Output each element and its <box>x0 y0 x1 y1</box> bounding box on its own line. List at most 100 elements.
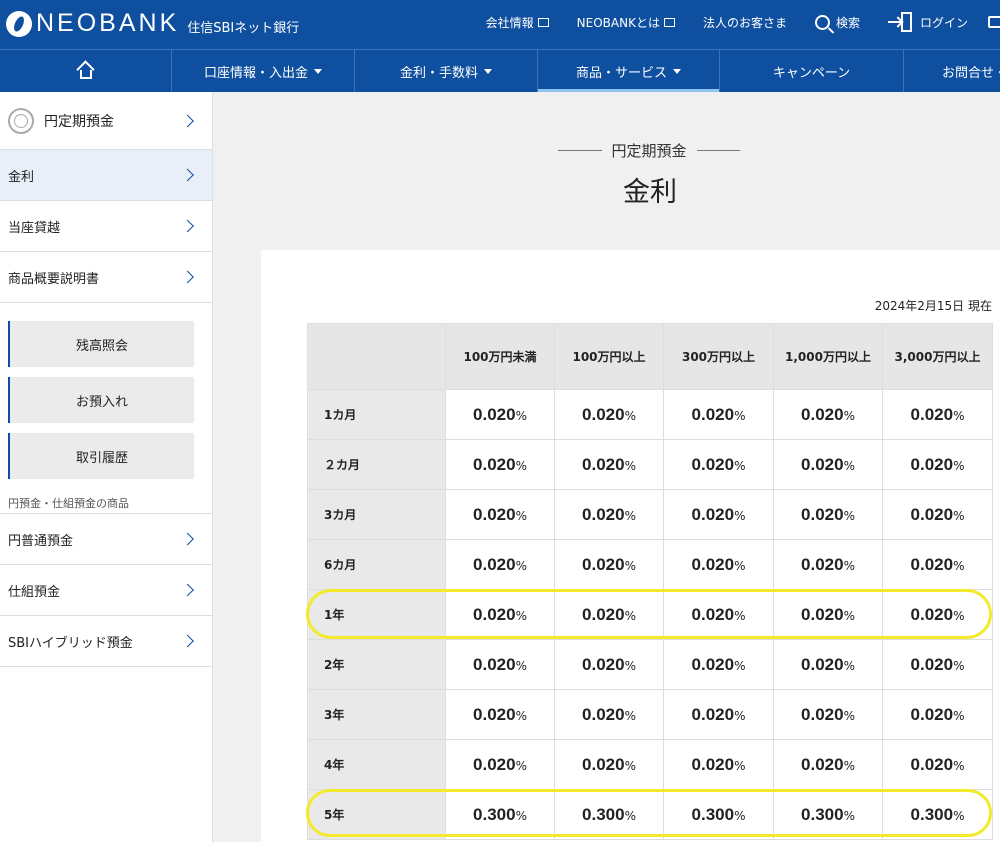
nav-rates[interactable]: 金利・手数料 <box>355 50 538 92</box>
term-cell: 5年 <box>307 789 446 840</box>
table-header-row: 100万円未満 100万円以上 300万円以上 1,000万円以上 3,000万… <box>307 323 993 390</box>
rate-value: 0.020 <box>801 554 844 574</box>
table-row: 3カ月 0.020% 0.020% 0.020% 0.020% 0.020% <box>307 489 993 540</box>
rate-unit: % <box>624 558 636 573</box>
rate-unit: % <box>515 808 527 823</box>
rate-value: 0.020 <box>691 404 735 424</box>
rate-cell: 0.020% <box>445 739 555 790</box>
sidebar-item-product-summary[interactable]: 商品概要説明書 <box>0 252 212 303</box>
nav-label: 口座情報・入出金 <box>203 65 308 81</box>
rate-value: 0.020 <box>691 554 735 574</box>
rates-panel: 2024年2月15日 現在 100万円未満 100万円以上 300万円以上 1,… <box>261 250 1000 842</box>
rate-cell: 0.300% <box>445 789 555 840</box>
rate-unit: % <box>953 808 965 823</box>
sidebar-item-label: 円定期預金 <box>44 113 114 130</box>
rate-unit: % <box>953 408 965 423</box>
top-link-corporate[interactable]: 法人のお客さま <box>703 14 787 31</box>
nav-campaign[interactable]: キャンペーン <box>720 50 904 92</box>
sidebar-item-ordinary-deposit[interactable]: 円普通預金 <box>0 514 212 565</box>
page-title: 金利 <box>623 177 677 208</box>
rate-cell: 0.020% <box>554 439 664 490</box>
sidebar-item-overdraft[interactable]: 当座貸越 <box>0 201 212 252</box>
rate-unit: % <box>843 658 855 673</box>
rate-value: 0.300 <box>801 804 844 824</box>
rate-value: 0.020 <box>691 704 735 724</box>
rate-unit: % <box>515 708 527 723</box>
rate-value: 0.020 <box>473 404 516 424</box>
rate-unit: % <box>515 408 527 423</box>
rate-unit: % <box>843 508 855 523</box>
products-caption: 円預金・仕組預金の商品 <box>8 497 129 510</box>
rate-value: 0.020 <box>910 654 954 674</box>
column-header: 1,000万円以上 <box>773 323 883 390</box>
sidebar-item-rates[interactable]: 金利 <box>0 150 212 201</box>
header-top-bar: NEOBANK 住信SBIネット銀行 会社情報 NEOBANKとは 法人のお客さ… <box>0 0 1000 50</box>
term-cell: 3カ月 <box>307 489 446 540</box>
rate-value: 0.020 <box>801 454 844 474</box>
rate-cell: 0.300% <box>663 789 774 840</box>
term-cell: 4年 <box>307 739 446 790</box>
rate-cell: 0.020% <box>554 589 664 640</box>
login-button[interactable]: ログイン <box>887 11 968 33</box>
rate-cell: 0.300% <box>554 789 664 840</box>
top-link-label: NEOBANKとは <box>576 15 660 30</box>
rate-value: 0.020 <box>473 704 516 724</box>
coin-icon <box>8 107 34 134</box>
sidebar: 円定期預金 金利 当座貸越 商品概要説明書 残高照会 お預入れ 取引履歴 円預金… <box>0 92 213 842</box>
nav-account[interactable]: 口座情報・入出金 <box>172 50 355 92</box>
table-row: 4年 0.020% 0.020% 0.020% 0.020% 0.020% <box>307 739 993 790</box>
term-cell: 3年 <box>307 689 446 740</box>
term-cell: 2年 <box>307 639 446 690</box>
rate-unit: % <box>734 558 746 573</box>
rate-unit: % <box>953 708 965 723</box>
chevron-right-icon <box>181 168 194 182</box>
logo-subtitle: 住信SBIネット銀行 <box>187 21 300 36</box>
rate-unit: % <box>624 508 636 523</box>
nav-contact[interactable]: お問合せ・ <box>904 50 1000 92</box>
chevron-right-icon <box>181 114 194 127</box>
rate-cell: 0.020% <box>882 589 993 640</box>
nav-home[interactable] <box>0 50 172 92</box>
rate-cell: 0.020% <box>445 539 555 590</box>
rate-cell: 0.020% <box>445 639 555 690</box>
rate-value: 0.020 <box>582 404 625 424</box>
deposit-button[interactable]: お預入れ <box>8 377 194 423</box>
rate-unit: % <box>734 408 746 423</box>
rate-value: 0.020 <box>473 454 516 474</box>
rate-value: 0.020 <box>691 654 735 674</box>
table-row: 3年 0.020% 0.020% 0.020% 0.020% 0.020% <box>307 689 993 740</box>
balance-inquiry-button[interactable]: 残高照会 <box>8 321 194 367</box>
rate-value: 0.020 <box>910 404 954 424</box>
rate-unit: % <box>734 458 746 473</box>
term-cell: 1年 <box>307 589 446 640</box>
sidebar-item-hybrid-deposit[interactable]: SBIハイブリッド預金 <box>0 616 212 667</box>
search-button[interactable]: 検索 <box>814 14 860 31</box>
sidebar-item-time-deposit[interactable]: 円定期預金 <box>0 92 212 150</box>
top-link-company[interactable]: 会社情報 <box>486 14 549 31</box>
rate-cell: 0.020% <box>554 489 664 540</box>
nav-products[interactable]: 商品・サービス <box>538 50 720 92</box>
rate-cell: 0.020% <box>554 689 664 740</box>
sidebar-item-label: 仕組預金 <box>8 584 61 600</box>
transaction-history-button[interactable]: 取引履歴 <box>8 433 194 479</box>
rate-cell: 0.300% <box>773 789 883 840</box>
top-link-about[interactable]: NEOBANKとは <box>577 14 675 31</box>
rate-unit: % <box>843 608 855 623</box>
rate-cell: 0.020% <box>554 639 664 690</box>
card-icon[interactable] <box>988 16 1000 28</box>
rate-cell: 0.020% <box>663 639 774 690</box>
top-links: 会社情報 NEOBANKとは 法人のお客さま 検索 ログイン <box>458 0 1000 44</box>
rate-unit: % <box>734 508 746 523</box>
rate-unit: % <box>843 408 855 423</box>
login-label: ログイン <box>919 15 968 30</box>
rate-unit: % <box>953 508 965 523</box>
sidebar-item-structured-deposit[interactable]: 仕組預金 <box>0 565 212 616</box>
nav-label: お問合せ・ <box>942 65 1000 81</box>
sidebar-item-label: 商品概要説明書 <box>8 271 100 287</box>
rate-cell: 0.020% <box>773 689 883 740</box>
column-header: 100万円未満 <box>445 323 555 390</box>
rate-cell: 0.020% <box>882 539 993 590</box>
rate-value: 0.020 <box>801 404 844 424</box>
rate-value: 0.020 <box>582 504 625 524</box>
logo[interactable]: NEOBANK 住信SBIネット銀行 <box>6 9 299 38</box>
